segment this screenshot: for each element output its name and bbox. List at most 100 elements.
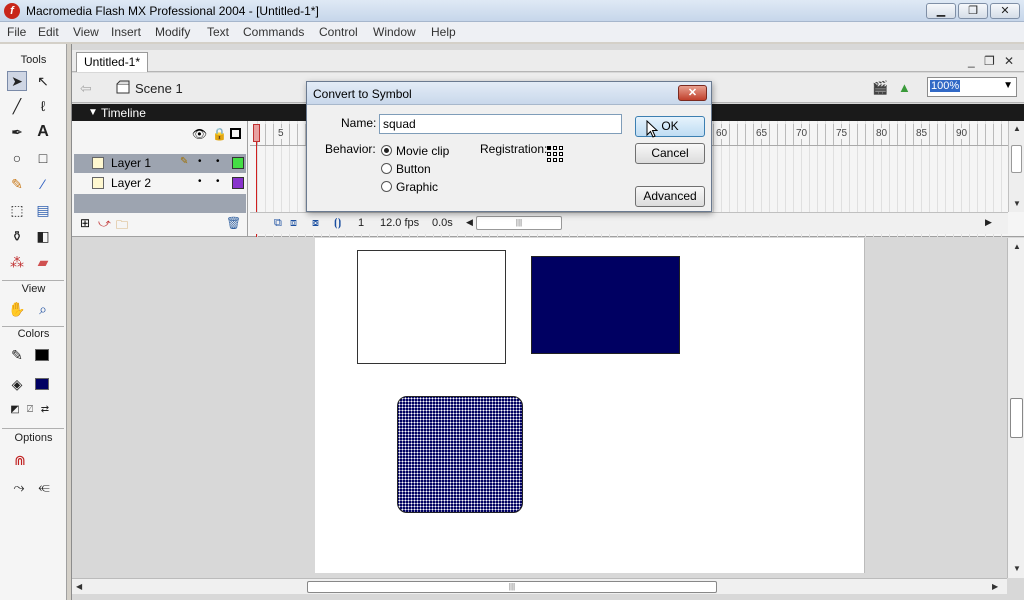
insert-folder-icon[interactable]: 🗀: [116, 216, 128, 237]
arrow-tool-icon[interactable]: ➤: [7, 71, 27, 91]
button-radio[interactable]: [381, 163, 392, 174]
onion-outline-icon[interactable]: ⧇: [312, 217, 319, 230]
free-transform-tool-icon[interactable]: ⬚: [7, 200, 27, 220]
pen-tool-icon[interactable]: ✒: [7, 122, 27, 142]
scene-label[interactable]: Scene 1: [135, 81, 183, 96]
straighten-icon[interactable]: ⥺: [34, 477, 54, 497]
layer-row[interactable]: [74, 194, 246, 213]
stage-hscroll-thumb[interactable]: |||: [307, 581, 717, 593]
graphic-label[interactable]: Graphic: [396, 180, 438, 194]
registration-grid[interactable]: [547, 146, 565, 164]
eye-icon[interactable]: 👁: [192, 127, 207, 141]
minimize-button[interactable]: ▁: [926, 3, 956, 19]
lock-icon[interactable]: 🔒: [212, 127, 227, 141]
navy-rectangle[interactable]: [531, 256, 680, 354]
fill-color-swatch[interactable]: [35, 378, 49, 390]
playhead-handle[interactable]: [253, 124, 260, 142]
menu-edit[interactable]: Edit: [38, 25, 59, 39]
zoom-tool-icon[interactable]: ⌕: [33, 299, 53, 319]
scroll-up-arrow-icon[interactable]: ▲: [1013, 124, 1021, 133]
registration-point[interactable]: [559, 146, 563, 150]
menu-help[interactable]: Help: [431, 25, 456, 39]
timeline-vertical-scrollbar[interactable]: ▲ ▼: [1008, 121, 1024, 212]
white-rectangle[interactable]: [357, 250, 506, 364]
close-window-button[interactable]: ✕: [990, 3, 1020, 19]
eyedropper-tool-icon[interactable]: ⁂: [7, 252, 27, 272]
edit-scene-icon[interactable]: 🎬: [872, 80, 890, 96]
registration-point[interactable]: [559, 158, 563, 162]
layer-outline-color[interactable]: [232, 157, 244, 169]
menu-insert[interactable]: Insert: [111, 25, 141, 39]
timeline-vscroll-thumb[interactable]: [1011, 145, 1022, 173]
eraser-tool-icon[interactable]: ▰: [33, 252, 53, 272]
doc-close-button[interactable]: ✕: [1004, 54, 1014, 68]
symbol-name-input[interactable]: [379, 114, 622, 134]
lock-dot[interactable]: •: [216, 176, 220, 187]
scroll-down-arrow-icon[interactable]: ▼: [1013, 564, 1021, 573]
menu-window[interactable]: Window: [373, 25, 416, 39]
edit-symbols-icon[interactable]: ▲: [898, 80, 916, 96]
registration-point[interactable]: [553, 158, 557, 162]
ink-bottle-tool-icon[interactable]: ⚱: [7, 226, 27, 246]
rectangle-tool-icon[interactable]: □: [33, 148, 53, 168]
button-label[interactable]: Button: [396, 162, 431, 176]
zoom-select[interactable]: 100% ▼: [927, 77, 1017, 97]
stage-horizontal-scrollbar[interactable]: ◀ ||| ▶: [72, 578, 1007, 594]
movie-clip-label[interactable]: Movie clip: [396, 144, 449, 158]
onion-skin-icon[interactable]: ⧈: [290, 217, 297, 230]
registration-point[interactable]: [553, 146, 557, 150]
fill-transform-tool-icon[interactable]: ▤: [33, 200, 53, 220]
registration-point[interactable]: [547, 146, 551, 150]
layer-row-1[interactable]: Layer 1 ✎ • •: [74, 154, 246, 173]
smooth-icon[interactable]: ⤳: [9, 477, 29, 497]
menu-text[interactable]: Text: [207, 25, 229, 39]
doc-restore-button[interactable]: ❐: [984, 54, 995, 68]
back-arrow-icon[interactable]: ⇦: [80, 80, 92, 97]
scroll-left-arrow-icon[interactable]: ◀: [466, 217, 473, 228]
scroll-up-arrow-icon[interactable]: ▲: [1013, 242, 1021, 251]
layer-row-2[interactable]: Layer 2 • •: [74, 174, 246, 193]
movie-clip-radio[interactable]: [381, 145, 392, 156]
insert-layer-icon[interactable]: ⊞: [80, 216, 90, 230]
collapse-triangle-icon[interactable]: ▼: [88, 107, 98, 118]
lasso-tool-icon[interactable]: ℓ: [33, 96, 53, 116]
scroll-right-arrow-icon[interactable]: ▶: [985, 217, 992, 228]
timeline-hscroll-thumb[interactable]: |||: [476, 216, 562, 230]
menu-modify[interactable]: Modify: [155, 25, 190, 39]
pencil-tool-icon[interactable]: ✎: [7, 174, 27, 194]
menu-control[interactable]: Control: [319, 25, 358, 39]
snap-to-objects-icon[interactable]: ⋒: [10, 450, 30, 470]
layer-outline-color[interactable]: [232, 177, 244, 189]
registration-point[interactable]: [547, 158, 551, 162]
stage-vertical-scrollbar[interactable]: ▲ ▼: [1007, 238, 1024, 578]
scroll-left-arrow-icon[interactable]: ◀: [76, 582, 82, 591]
swap-colors-icon[interactable]: ⇄: [35, 400, 55, 420]
maximize-button[interactable]: ❐: [958, 3, 988, 19]
document-tab[interactable]: Untitled-1*: [76, 52, 148, 72]
menu-commands[interactable]: Commands: [243, 25, 304, 39]
registration-point[interactable]: [553, 152, 557, 156]
oval-tool-icon[interactable]: ○: [7, 148, 27, 168]
center-frame-icon[interactable]: ⧉: [274, 217, 282, 230]
cancel-button[interactable]: Cancel: [635, 143, 705, 164]
selected-rounded-rectangle[interactable]: [397, 396, 523, 513]
delete-layer-icon[interactable]: 🗑: [226, 216, 241, 230]
stage-vscroll-thumb[interactable]: [1010, 398, 1023, 438]
brush-tool-icon[interactable]: ⁄: [33, 174, 53, 194]
subselection-tool-icon[interactable]: ↖: [33, 71, 53, 91]
scroll-down-arrow-icon[interactable]: ▼: [1013, 199, 1021, 208]
menu-view[interactable]: View: [73, 25, 99, 39]
text-tool-icon[interactable]: A: [33, 122, 53, 142]
line-tool-icon[interactable]: ╱: [7, 96, 27, 116]
visibility-dot[interactable]: •: [198, 156, 202, 167]
dialog-close-button[interactable]: ✕: [678, 85, 707, 101]
dialog-title-bar[interactable]: Convert to Symbol ✕: [307, 82, 711, 105]
stroke-color-swatch[interactable]: [35, 349, 49, 361]
paint-bucket-tool-icon[interactable]: ◧: [33, 226, 53, 246]
hand-tool-icon[interactable]: ✋: [7, 299, 27, 319]
advanced-button[interactable]: Advanced: [635, 186, 705, 207]
doc-minimize-button[interactable]: _: [968, 54, 975, 68]
edit-multiple-frames-icon[interactable]: ⦗⦘: [334, 217, 341, 230]
scroll-right-arrow-icon[interactable]: ▶: [992, 582, 998, 591]
add-motion-guide-icon[interactable]: ⤻: [98, 216, 111, 231]
